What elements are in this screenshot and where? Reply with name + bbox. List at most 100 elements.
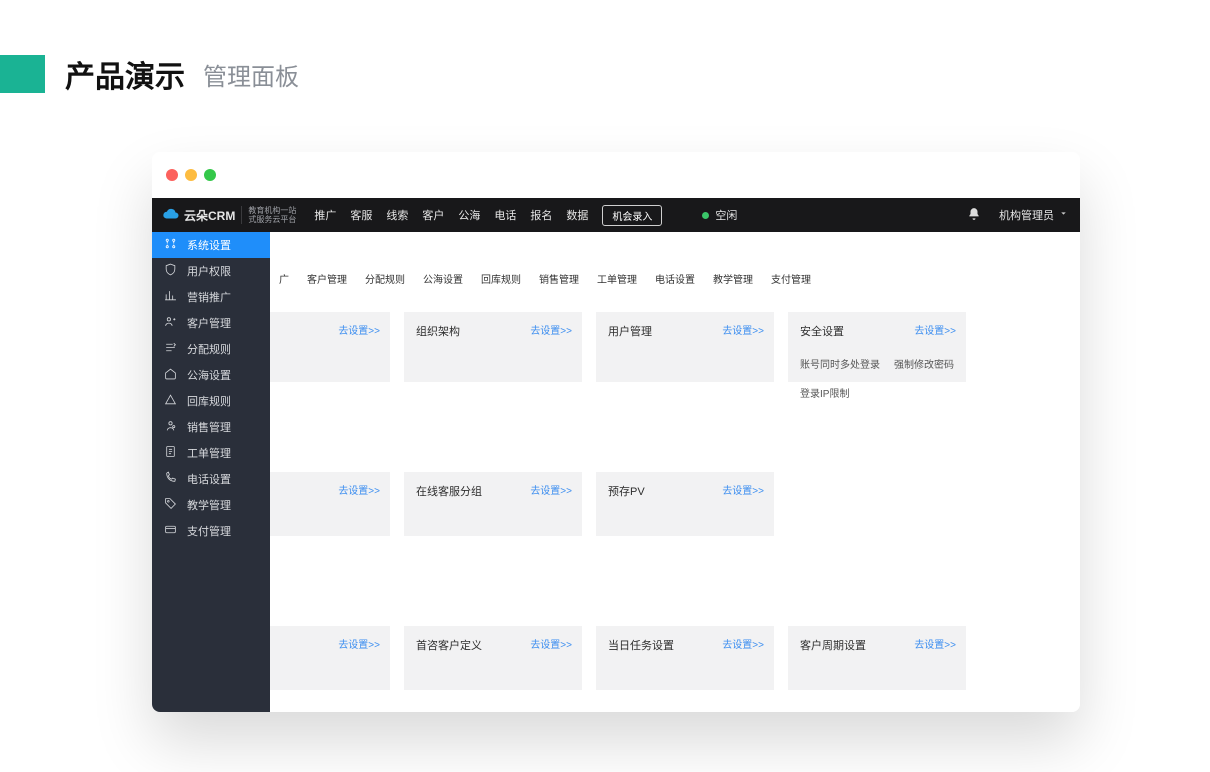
card-icon	[164, 523, 177, 539]
tab[interactable]: 回库规则	[472, 266, 530, 291]
card-tags: 账号同时多处登录 强制修改密码 登录IP限制	[800, 356, 954, 400]
sidebar-label: 公海设置	[187, 367, 231, 383]
topbar: 云朵CRM 教育机构一站式服务云平台 推广 客服 线索 客户 公海 电话 报名 …	[152, 198, 1080, 232]
card-title: 预存PV	[608, 486, 645, 498]
card-tag[interactable]: 强制修改密码	[894, 356, 954, 371]
settings-icon	[164, 237, 177, 253]
sidebar-item-payment[interactable]: 支付管理	[152, 518, 270, 544]
logo[interactable]: 云朵CRM 教育机构一站式服务云平台	[162, 205, 296, 226]
sidebar-item-phone[interactable]: 电话设置	[152, 466, 270, 492]
sales-icon	[164, 419, 177, 435]
sidebar-item-user-permission[interactable]: 用户权限	[152, 258, 270, 284]
topnav-item[interactable]: 电话	[494, 207, 516, 223]
app-window: 云朵CRM 教育机构一站式服务云平台 推广 客服 线索 客户 公海 电话 报名 …	[152, 152, 1080, 712]
settings-card-customer-cycle: 客户周期设置 去设置>>	[788, 626, 966, 690]
card-title: 当日任务设置	[608, 640, 674, 652]
go-settings-link[interactable]: 去设置>>	[530, 482, 572, 497]
maximize-dot[interactable]	[204, 169, 216, 181]
card-tag[interactable]: 登录IP限制	[800, 385, 849, 400]
record-button[interactable]: 机会录入	[602, 205, 662, 226]
sidebar: 系统设置 用户权限 营销推广 客户管理 分配规则 公海设置	[152, 232, 270, 712]
go-settings-link[interactable]: 去设置>>	[914, 322, 956, 337]
settings-card: 去设置>>	[270, 312, 390, 382]
sidebar-label: 系统设置	[187, 237, 231, 253]
settings-card: 去设置>>	[270, 472, 390, 536]
settings-card: 去设置>>	[270, 626, 390, 690]
sidebar-label: 支付管理	[187, 523, 231, 539]
topnav-item[interactable]: 线索	[386, 207, 408, 223]
settings-card-user: 用户管理 去设置>>	[596, 312, 774, 382]
go-settings-link[interactable]: 去设置>>	[722, 322, 764, 337]
minimize-dot[interactable]	[185, 169, 197, 181]
card-title: 客户周期设置	[800, 640, 866, 652]
topnav-item[interactable]: 数据	[566, 207, 588, 223]
sidebar-item-system-settings[interactable]: 系统设置	[152, 232, 270, 258]
sidebar-item-ticket[interactable]: 工单管理	[152, 440, 270, 466]
settings-card-daily-task: 当日任务设置 去设置>>	[596, 626, 774, 690]
tab[interactable]: 客户管理	[298, 266, 356, 291]
shield-icon	[164, 263, 177, 279]
page-subtitle: 管理面板	[203, 57, 299, 92]
tab[interactable]: 工单管理	[588, 266, 646, 291]
topnav-item[interactable]: 客服	[350, 207, 372, 223]
card-title: 首咨客户定义	[416, 640, 482, 652]
go-settings-link[interactable]: 去设置>>	[722, 636, 764, 651]
go-settings-link[interactable]: 去设置>>	[530, 636, 572, 651]
card-title: 安全设置	[800, 326, 844, 338]
tab[interactable]: 电话设置	[646, 266, 704, 291]
tab[interactable]: 销售管理	[530, 266, 588, 291]
topnav-item[interactable]: 客户	[422, 207, 444, 223]
user-menu[interactable]: 机构管理员	[999, 207, 1068, 223]
sidebar-label: 教学管理	[187, 497, 231, 513]
go-settings-link[interactable]: 去设置>>	[338, 322, 380, 337]
page-title-area: 产品演示 管理面板	[0, 52, 1210, 96]
card-title: 用户管理	[608, 326, 652, 338]
status-idle[interactable]: 空闲	[702, 207, 737, 223]
doc-icon	[164, 445, 177, 461]
sidebar-item-marketing[interactable]: 营销推广	[152, 284, 270, 310]
app-body: 系统设置 用户权限 营销推广 客户管理 分配规则 公海设置	[152, 232, 1080, 712]
accent-bar	[0, 55, 45, 93]
house-icon	[164, 367, 177, 383]
tab[interactable]: 公海设置	[414, 266, 472, 291]
rule-icon	[164, 341, 177, 357]
bell-icon[interactable]	[967, 207, 981, 224]
sidebar-label: 工单管理	[187, 445, 231, 461]
card-title: 在线客服分组	[416, 486, 482, 498]
cards-area: 去设置>> 组织架构 去设置>> 用户管理 去设置>> 安全设置 去设置>> 账…	[270, 312, 1068, 712]
sidebar-item-customer[interactable]: 客户管理	[152, 310, 270, 336]
person-icon	[164, 315, 177, 331]
go-settings-link[interactable]: 去设置>>	[338, 482, 380, 497]
page-title: 产品演示	[65, 52, 185, 96]
topnav-item[interactable]: 报名	[530, 207, 552, 223]
cloud-icon	[162, 205, 180, 226]
go-settings-link[interactable]: 去设置>>	[722, 482, 764, 497]
sidebar-label: 用户权限	[187, 263, 231, 279]
tab[interactable]: 广	[270, 266, 298, 291]
tab[interactable]: 分配规则	[356, 266, 414, 291]
window-controls	[152, 152, 1080, 198]
tag-icon	[164, 497, 177, 513]
sidebar-item-sales[interactable]: 销售管理	[152, 414, 270, 440]
status-label: 空闲	[715, 207, 737, 223]
tab[interactable]: 教学管理	[704, 266, 762, 291]
settings-card-first-consult: 首咨客户定义 去设置>>	[404, 626, 582, 690]
card-title: 组织架构	[416, 326, 460, 338]
go-settings-link[interactable]: 去设置>>	[338, 636, 380, 651]
go-settings-link[interactable]: 去设置>>	[530, 322, 572, 337]
sidebar-item-public-sea[interactable]: 公海设置	[152, 362, 270, 388]
settings-card-security: 安全设置 去设置>> 账号同时多处登录 强制修改密码 登录IP限制	[788, 312, 966, 382]
topnav-item[interactable]: 公海	[458, 207, 480, 223]
go-settings-link[interactable]: 去设置>>	[914, 636, 956, 651]
sidebar-item-teaching[interactable]: 教学管理	[152, 492, 270, 518]
topnav-item[interactable]: 推广	[314, 207, 336, 223]
card-tag[interactable]: 账号同时多处登录	[800, 356, 880, 371]
tabs-row: 广 客户管理 分配规则 公海设置 回库规则 销售管理 工单管理 电话设置 教学管…	[270, 266, 1080, 291]
sidebar-label: 销售管理	[187, 419, 231, 435]
sidebar-label: 客户管理	[187, 315, 231, 331]
tab[interactable]: 支付管理	[762, 266, 820, 291]
sidebar-item-return-rule[interactable]: 回库规则	[152, 388, 270, 414]
status-dot-icon	[702, 212, 709, 219]
sidebar-item-assign-rule[interactable]: 分配规则	[152, 336, 270, 362]
close-dot[interactable]	[166, 169, 178, 181]
